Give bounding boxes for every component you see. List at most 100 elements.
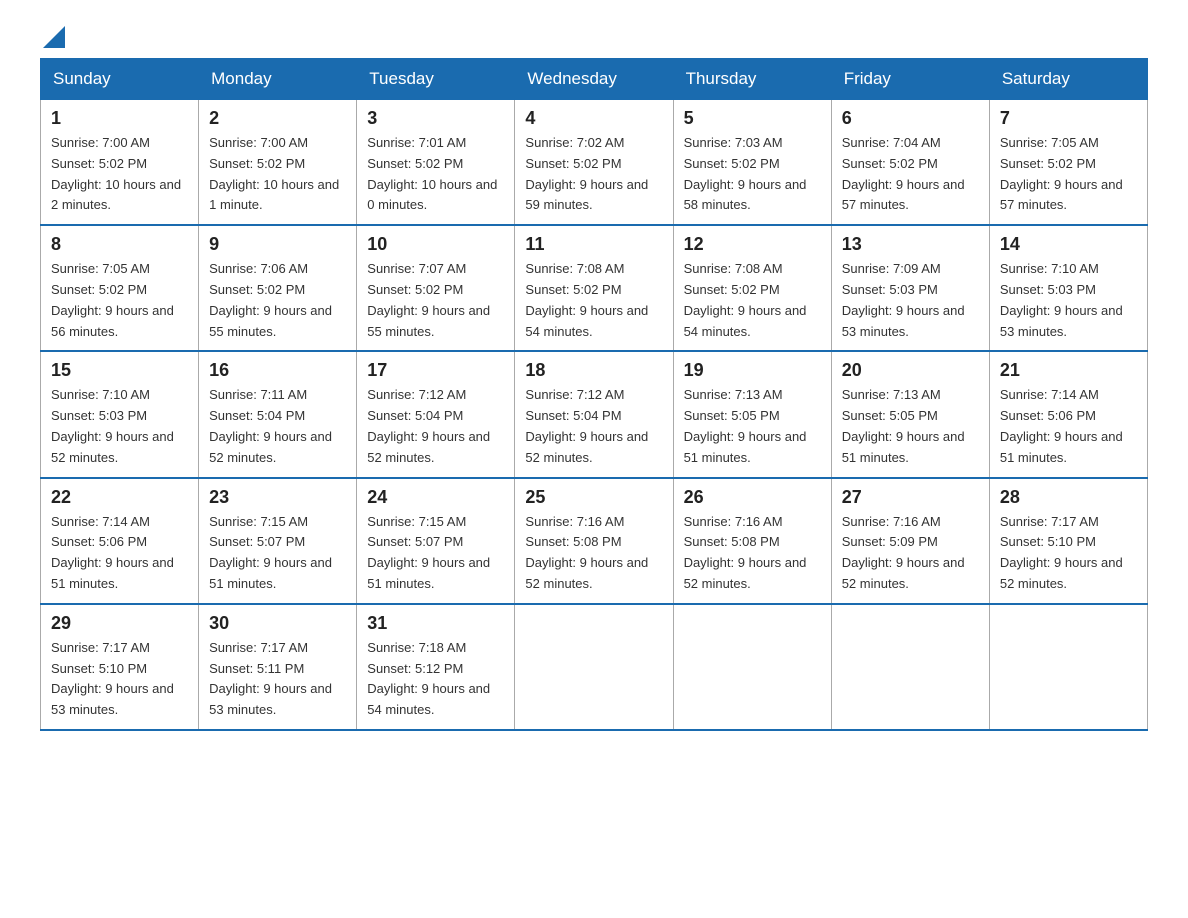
day-number: 6	[842, 108, 979, 129]
week-row-3: 15 Sunrise: 7:10 AMSunset: 5:03 PMDaylig…	[41, 351, 1148, 477]
calendar-cell	[673, 604, 831, 730]
calendar-cell: 12 Sunrise: 7:08 AMSunset: 5:02 PMDaylig…	[673, 225, 831, 351]
day-info: Sunrise: 7:17 AMSunset: 5:11 PMDaylight:…	[209, 638, 346, 721]
day-number: 31	[367, 613, 504, 634]
day-info: Sunrise: 7:16 AMSunset: 5:08 PMDaylight:…	[525, 512, 662, 595]
calendar-cell: 6 Sunrise: 7:04 AMSunset: 5:02 PMDayligh…	[831, 100, 989, 226]
day-info: Sunrise: 7:07 AMSunset: 5:02 PMDaylight:…	[367, 259, 504, 342]
calendar-cell: 3 Sunrise: 7:01 AMSunset: 5:02 PMDayligh…	[357, 100, 515, 226]
day-info: Sunrise: 7:13 AMSunset: 5:05 PMDaylight:…	[842, 385, 979, 468]
calendar-cell: 29 Sunrise: 7:17 AMSunset: 5:10 PMDaylig…	[41, 604, 199, 730]
calendar-cell: 25 Sunrise: 7:16 AMSunset: 5:08 PMDaylig…	[515, 478, 673, 604]
day-info: Sunrise: 7:16 AMSunset: 5:08 PMDaylight:…	[684, 512, 821, 595]
day-info: Sunrise: 7:12 AMSunset: 5:04 PMDaylight:…	[525, 385, 662, 468]
day-number: 20	[842, 360, 979, 381]
day-info: Sunrise: 7:03 AMSunset: 5:02 PMDaylight:…	[684, 133, 821, 216]
day-info: Sunrise: 7:09 AMSunset: 5:03 PMDaylight:…	[842, 259, 979, 342]
day-info: Sunrise: 7:08 AMSunset: 5:02 PMDaylight:…	[525, 259, 662, 342]
day-info: Sunrise: 7:05 AMSunset: 5:02 PMDaylight:…	[51, 259, 188, 342]
day-info: Sunrise: 7:05 AMSunset: 5:02 PMDaylight:…	[1000, 133, 1137, 216]
calendar-table: SundayMondayTuesdayWednesdayThursdayFrid…	[40, 58, 1148, 731]
day-info: Sunrise: 7:11 AMSunset: 5:04 PMDaylight:…	[209, 385, 346, 468]
calendar-cell	[989, 604, 1147, 730]
calendar-cell: 8 Sunrise: 7:05 AMSunset: 5:02 PMDayligh…	[41, 225, 199, 351]
day-number: 26	[684, 487, 821, 508]
day-info: Sunrise: 7:04 AMSunset: 5:02 PMDaylight:…	[842, 133, 979, 216]
day-info: Sunrise: 7:10 AMSunset: 5:03 PMDaylight:…	[1000, 259, 1137, 342]
day-info: Sunrise: 7:15 AMSunset: 5:07 PMDaylight:…	[209, 512, 346, 595]
day-info: Sunrise: 7:14 AMSunset: 5:06 PMDaylight:…	[1000, 385, 1137, 468]
calendar-cell: 28 Sunrise: 7:17 AMSunset: 5:10 PMDaylig…	[989, 478, 1147, 604]
header-wednesday: Wednesday	[515, 59, 673, 100]
calendar-cell	[515, 604, 673, 730]
week-row-5: 29 Sunrise: 7:17 AMSunset: 5:10 PMDaylig…	[41, 604, 1148, 730]
week-row-4: 22 Sunrise: 7:14 AMSunset: 5:06 PMDaylig…	[41, 478, 1148, 604]
day-number: 28	[1000, 487, 1137, 508]
day-info: Sunrise: 7:00 AMSunset: 5:02 PMDaylight:…	[209, 133, 346, 216]
day-number: 13	[842, 234, 979, 255]
day-info: Sunrise: 7:17 AMSunset: 5:10 PMDaylight:…	[1000, 512, 1137, 595]
day-info: Sunrise: 7:01 AMSunset: 5:02 PMDaylight:…	[367, 133, 504, 216]
calendar-cell: 21 Sunrise: 7:14 AMSunset: 5:06 PMDaylig…	[989, 351, 1147, 477]
calendar-cell: 14 Sunrise: 7:10 AMSunset: 5:03 PMDaylig…	[989, 225, 1147, 351]
day-number: 8	[51, 234, 188, 255]
calendar-cell: 7 Sunrise: 7:05 AMSunset: 5:02 PMDayligh…	[989, 100, 1147, 226]
calendar-cell: 23 Sunrise: 7:15 AMSunset: 5:07 PMDaylig…	[199, 478, 357, 604]
calendar-cell: 5 Sunrise: 7:03 AMSunset: 5:02 PMDayligh…	[673, 100, 831, 226]
day-info: Sunrise: 7:06 AMSunset: 5:02 PMDaylight:…	[209, 259, 346, 342]
calendar-cell: 20 Sunrise: 7:13 AMSunset: 5:05 PMDaylig…	[831, 351, 989, 477]
calendar-cell: 26 Sunrise: 7:16 AMSunset: 5:08 PMDaylig…	[673, 478, 831, 604]
day-number: 25	[525, 487, 662, 508]
calendar-cell	[831, 604, 989, 730]
day-number: 15	[51, 360, 188, 381]
calendar-cell: 9 Sunrise: 7:06 AMSunset: 5:02 PMDayligh…	[199, 225, 357, 351]
day-number: 9	[209, 234, 346, 255]
calendar-cell: 15 Sunrise: 7:10 AMSunset: 5:03 PMDaylig…	[41, 351, 199, 477]
calendar-header-row: SundayMondayTuesdayWednesdayThursdayFrid…	[41, 59, 1148, 100]
day-info: Sunrise: 7:15 AMSunset: 5:07 PMDaylight:…	[367, 512, 504, 595]
day-number: 10	[367, 234, 504, 255]
day-info: Sunrise: 7:18 AMSunset: 5:12 PMDaylight:…	[367, 638, 504, 721]
calendar-cell: 31 Sunrise: 7:18 AMSunset: 5:12 PMDaylig…	[357, 604, 515, 730]
day-number: 1	[51, 108, 188, 129]
week-row-2: 8 Sunrise: 7:05 AMSunset: 5:02 PMDayligh…	[41, 225, 1148, 351]
day-number: 5	[684, 108, 821, 129]
day-number: 7	[1000, 108, 1137, 129]
header-friday: Friday	[831, 59, 989, 100]
day-number: 17	[367, 360, 504, 381]
day-number: 2	[209, 108, 346, 129]
calendar-cell: 22 Sunrise: 7:14 AMSunset: 5:06 PMDaylig…	[41, 478, 199, 604]
calendar-cell: 27 Sunrise: 7:16 AMSunset: 5:09 PMDaylig…	[831, 478, 989, 604]
week-row-1: 1 Sunrise: 7:00 AMSunset: 5:02 PMDayligh…	[41, 100, 1148, 226]
day-number: 11	[525, 234, 662, 255]
logo	[40, 30, 65, 48]
calendar-cell: 18 Sunrise: 7:12 AMSunset: 5:04 PMDaylig…	[515, 351, 673, 477]
header-sunday: Sunday	[41, 59, 199, 100]
calendar-cell: 2 Sunrise: 7:00 AMSunset: 5:02 PMDayligh…	[199, 100, 357, 226]
calendar-cell: 4 Sunrise: 7:02 AMSunset: 5:02 PMDayligh…	[515, 100, 673, 226]
day-number: 23	[209, 487, 346, 508]
calendar-cell: 16 Sunrise: 7:11 AMSunset: 5:04 PMDaylig…	[199, 351, 357, 477]
day-info: Sunrise: 7:00 AMSunset: 5:02 PMDaylight:…	[51, 133, 188, 216]
calendar-cell: 30 Sunrise: 7:17 AMSunset: 5:11 PMDaylig…	[199, 604, 357, 730]
calendar-cell: 10 Sunrise: 7:07 AMSunset: 5:02 PMDaylig…	[357, 225, 515, 351]
day-number: 21	[1000, 360, 1137, 381]
day-info: Sunrise: 7:14 AMSunset: 5:06 PMDaylight:…	[51, 512, 188, 595]
day-info: Sunrise: 7:02 AMSunset: 5:02 PMDaylight:…	[525, 133, 662, 216]
page-header	[40, 30, 1148, 48]
day-number: 3	[367, 108, 504, 129]
calendar-cell: 1 Sunrise: 7:00 AMSunset: 5:02 PMDayligh…	[41, 100, 199, 226]
calendar-cell: 17 Sunrise: 7:12 AMSunset: 5:04 PMDaylig…	[357, 351, 515, 477]
day-info: Sunrise: 7:13 AMSunset: 5:05 PMDaylight:…	[684, 385, 821, 468]
day-number: 19	[684, 360, 821, 381]
day-number: 14	[1000, 234, 1137, 255]
day-info: Sunrise: 7:12 AMSunset: 5:04 PMDaylight:…	[367, 385, 504, 468]
header-saturday: Saturday	[989, 59, 1147, 100]
day-number: 24	[367, 487, 504, 508]
logo-triangle-icon	[43, 26, 65, 48]
day-info: Sunrise: 7:16 AMSunset: 5:09 PMDaylight:…	[842, 512, 979, 595]
day-number: 22	[51, 487, 188, 508]
header-monday: Monday	[199, 59, 357, 100]
day-number: 29	[51, 613, 188, 634]
day-number: 18	[525, 360, 662, 381]
